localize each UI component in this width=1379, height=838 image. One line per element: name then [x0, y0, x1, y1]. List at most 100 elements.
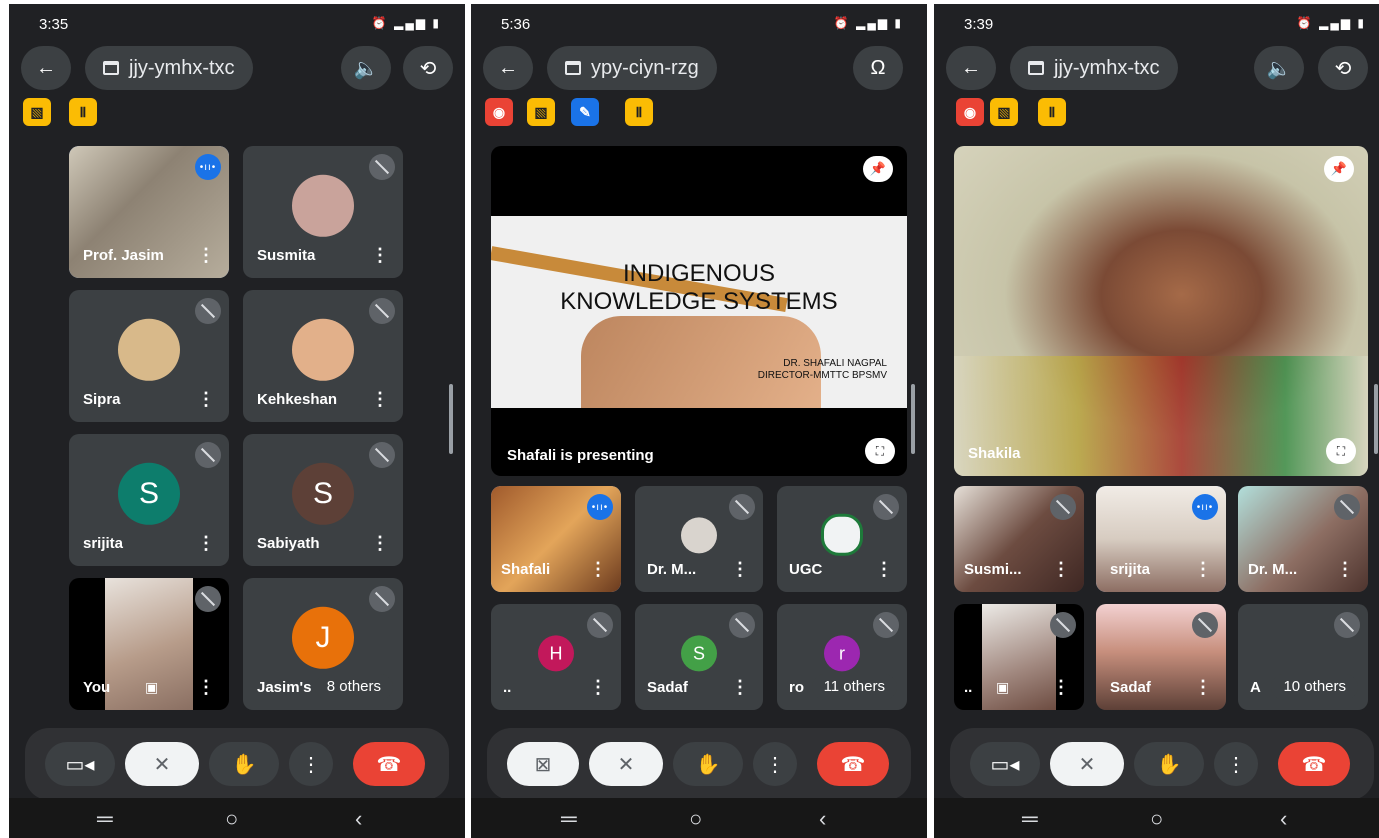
more-options-icon[interactable]: ⋮	[197, 389, 215, 410]
scrollbar[interactable]	[911, 384, 915, 454]
participant-tile[interactable]: Susmita ⋮	[243, 146, 403, 278]
more-options-icon[interactable]: ⋮	[875, 559, 893, 580]
host-controls-badge[interactable]: Ⅱ	[625, 98, 653, 126]
camera-off-badge[interactable]: ▧	[990, 98, 1018, 126]
end-call-button[interactable]: ☎	[1278, 742, 1350, 786]
more-options-icon[interactable]: ⋮	[197, 677, 215, 698]
speaker-button[interactable]: 🔈	[341, 46, 391, 90]
more-options-icon[interactable]: ⋮	[1194, 559, 1212, 580]
more-options-button[interactable]: ⋮	[1214, 742, 1258, 786]
home-icon[interactable]: ○	[689, 806, 702, 832]
switch-camera-button[interactable]: ⟲	[403, 46, 453, 90]
participant-name: Susmi...	[964, 561, 1022, 578]
mic-button[interactable]: ✕	[125, 742, 199, 786]
participant-tile[interactable]: S Sabiyath ⋮	[243, 434, 403, 566]
mic-off-icon	[873, 494, 899, 520]
participant-tile[interactable]: J Jasim's 8 others	[243, 578, 403, 710]
back-nav-icon[interactable]: ‹	[355, 806, 362, 832]
camera-button[interactable]: ▭◂	[970, 742, 1040, 786]
back-nav-icon[interactable]: ‹	[819, 806, 826, 832]
participant-tile[interactable]: r ro 11 others	[777, 604, 907, 710]
meeting-info-button[interactable]: ypy-ciyn-rzg	[547, 46, 717, 90]
more-options-icon[interactable]: ⋮	[197, 245, 215, 266]
more-options-icon[interactable]: ⋮	[1336, 559, 1354, 580]
main-speaker-tile[interactable]: 📌 Shakila ⛶	[954, 146, 1368, 476]
participant-tile[interactable]: Dr. M... ⋮	[1238, 486, 1368, 592]
recording-badge[interactable]: ◉	[485, 98, 513, 126]
more-options-icon[interactable]: ⋮	[1194, 677, 1212, 698]
scrollbar[interactable]	[449, 384, 453, 454]
back-button[interactable]: ←	[946, 46, 996, 90]
more-options-icon[interactable]: ⋮	[1052, 559, 1070, 580]
pin-icon[interactable]: 📌	[863, 156, 893, 182]
more-options-button[interactable]: ⋮	[753, 742, 797, 786]
more-options-button[interactable]: ⋮	[289, 742, 333, 786]
scrollbar[interactable]	[1374, 384, 1378, 454]
presentation-view[interactable]: 📌 INDIGENOUS KNOWLEDGE SYSTEMS DR. SHAFA…	[491, 146, 907, 476]
raise-hand-button[interactable]: ✋	[209, 742, 279, 786]
recording-badge[interactable]: ◉	[956, 98, 984, 126]
participant-tile[interactable]: S srijita ⋮	[69, 434, 229, 566]
end-call-button[interactable]: ☎	[353, 742, 425, 786]
others-count-chip[interactable]: 10 others	[1271, 674, 1358, 700]
raise-hand-button[interactable]: ✋	[1134, 742, 1204, 786]
others-count-chip[interactable]: 8 others	[314, 674, 393, 700]
participant-tile[interactable]: S Sadaf ⋮	[635, 604, 763, 710]
participant-tile[interactable]: Sipra ⋮	[69, 290, 229, 422]
others-count-chip[interactable]: 11 others	[811, 674, 897, 700]
more-options-icon[interactable]: ⋮	[1052, 677, 1070, 698]
back-button[interactable]: ←	[21, 46, 71, 90]
participant-tile[interactable]: A 10 others	[1238, 604, 1368, 710]
end-call-button[interactable]: ☎	[817, 742, 889, 786]
effects-icon[interactable]: ▣	[145, 679, 158, 696]
fullscreen-icon[interactable]: ⛶	[865, 438, 895, 464]
participant-tile[interactable]: •ıı• Shafali ⋮	[491, 486, 621, 592]
self-view-tile[interactable]: You ▣ ⋮	[69, 578, 229, 710]
participant-tile[interactable]: •ıı• Prof. Jasim ⋮	[69, 146, 229, 278]
recents-icon[interactable]: ═	[561, 806, 577, 832]
recents-icon[interactable]: ═	[1022, 806, 1038, 832]
more-options-icon[interactable]: ⋮	[589, 677, 607, 698]
meeting-info-button[interactable]: jjy-ymhx-txc	[85, 46, 253, 90]
back-button[interactable]: ←	[483, 46, 533, 90]
recents-icon[interactable]: ═	[97, 806, 113, 832]
audio-output-button[interactable]: Ω	[853, 46, 903, 90]
participant-tile[interactable]: .. ▣ ⋮	[954, 604, 1084, 710]
host-controls-badge[interactable]: Ⅱ	[1038, 98, 1066, 126]
more-options-icon[interactable]: ⋮	[731, 677, 749, 698]
participant-tile[interactable]: H .. ⋮	[491, 604, 621, 710]
camera-off-badge[interactable]: ▧	[23, 98, 51, 126]
avatar: J	[292, 606, 354, 669]
speaker-button[interactable]: 🔈	[1254, 46, 1304, 90]
pin-icon[interactable]: 📌	[1324, 156, 1354, 182]
camera-button[interactable]: ▭◂	[45, 742, 115, 786]
participant-tile[interactable]: Dr. M... ⋮	[635, 486, 763, 592]
home-icon[interactable]: ○	[1150, 806, 1163, 832]
participant-tile[interactable]: •ıı• srijita ⋮	[1096, 486, 1226, 592]
more-options-icon[interactable]: ⋮	[197, 533, 215, 554]
participant-tile[interactable]: UGC ⋮	[777, 486, 907, 592]
participant-tile[interactable]: Sadaf ⋮	[1096, 604, 1226, 710]
effects-icon[interactable]: ▣	[996, 679, 1009, 696]
whiteboard-badge[interactable]: ✎	[571, 98, 599, 126]
mic-button[interactable]: ✕	[1050, 742, 1124, 786]
more-vertical-icon: ⋮	[301, 753, 321, 776]
more-options-icon[interactable]: ⋮	[731, 559, 749, 580]
more-options-icon[interactable]: ⋮	[371, 533, 389, 554]
camera-off-badge[interactable]: ▧	[527, 98, 555, 126]
more-options-icon[interactable]: ⋮	[371, 389, 389, 410]
more-options-icon[interactable]: ⋮	[371, 245, 389, 266]
camera-button[interactable]: ⊠	[507, 742, 579, 786]
home-icon[interactable]: ○	[225, 806, 238, 832]
participant-tile[interactable]: Susmi... ⋮	[954, 486, 1084, 592]
meeting-info-button[interactable]: jjy-ymhx-txc	[1010, 46, 1178, 90]
fullscreen-icon[interactable]: ⛶	[1326, 438, 1356, 464]
host-controls-badge[interactable]: Ⅱ	[69, 98, 97, 126]
switch-camera-button[interactable]: ⟲	[1318, 46, 1368, 90]
raise-hand-button[interactable]: ✋	[673, 742, 743, 786]
back-nav-icon[interactable]: ‹	[1280, 806, 1287, 832]
participant-tile[interactable]: Kehkeshan ⋮	[243, 290, 403, 422]
more-options-icon[interactable]: ⋮	[589, 559, 607, 580]
meet-screen-1: 3:35 ⏰ ▂▄▆ ▮ ← jjy-ymhx-txc 🔈 ⟲ ▧ Ⅱ •ıı•…	[9, 4, 465, 838]
mic-button[interactable]: ✕	[589, 742, 663, 786]
